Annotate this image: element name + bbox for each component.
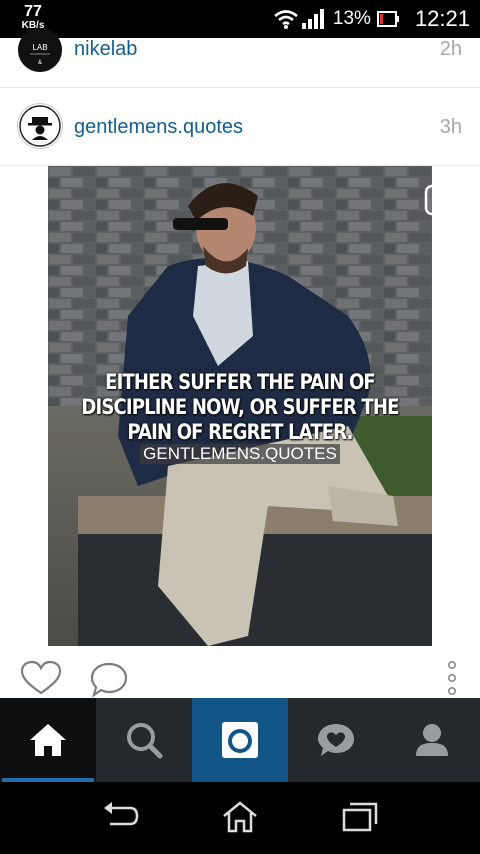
post-watermark: GENTLEMENS.QUOTES <box>48 444 432 464</box>
avatar-nikelab-text: LAB <box>32 43 47 52</box>
home-icon <box>30 724 66 756</box>
clock: 12:21 <box>414 6 470 31</box>
search-icon <box>127 723 163 759</box>
android-nav-bar <box>0 782 480 854</box>
feed-row-nikelab[interactable]: LAB & nikelab 2h <box>0 28 480 88</box>
profile-icon <box>416 724 448 756</box>
feed-row-gentlemens-quotes[interactable]: gentlemens.quotes 3h <box>0 89 480 166</box>
post-watermark-text: GENTLEMENS.QUOTES <box>140 444 340 464</box>
comment-bubble-icon[interactable] <box>89 661 129 698</box>
avatar-nikelab[interactable]: LAB & <box>18 28 62 72</box>
tab-camera[interactable] <box>192 698 288 782</box>
post-quote: EITHER SUFFER THE PAIN OF DISCIPLINE NOW… <box>81 370 399 444</box>
tab-home[interactable] <box>0 698 96 782</box>
network-speed-value: 77 <box>24 3 42 20</box>
time-ago-gentlemens-quotes: 3h <box>439 116 462 138</box>
battery-icon <box>376 11 399 27</box>
avatar-gentlemens-quotes[interactable] <box>17 103 63 149</box>
username-gentlemens-quotes[interactable]: gentlemens.quotes <box>74 116 243 139</box>
back-icon[interactable] <box>100 800 140 834</box>
heart-icon[interactable] <box>20 660 62 696</box>
tab-search[interactable] <box>96 698 192 782</box>
network-speed: 77 KB/s <box>18 4 48 31</box>
username-nikelab[interactable]: nikelab <box>74 38 137 61</box>
bottom-tab-bar <box>0 698 480 782</box>
video-camera-icon <box>424 184 470 216</box>
status-icons: 13% 12:21 <box>273 0 480 38</box>
more-vertical-icon[interactable] <box>446 660 458 698</box>
recent-apps-icon[interactable] <box>340 800 380 834</box>
tab-activity[interactable] <box>288 698 384 782</box>
battery-percent: 13% <box>332 8 371 29</box>
status-bar: 77 KB/s 13% 12:21 <box>0 0 480 38</box>
tab-profile[interactable] <box>384 698 480 782</box>
wifi-icon <box>274 10 298 29</box>
activity-heart-icon <box>318 724 354 756</box>
instagram-app: 77 KB/s 13% 12:21 LAB & nikelab 2h gentl… <box>0 0 480 854</box>
svg-text:&: & <box>38 60 42 66</box>
signal-icon <box>301 9 324 29</box>
android-home-icon[interactable] <box>220 800 260 834</box>
camera-icon <box>222 722 258 758</box>
time-ago-nikelab: 2h <box>439 38 462 60</box>
